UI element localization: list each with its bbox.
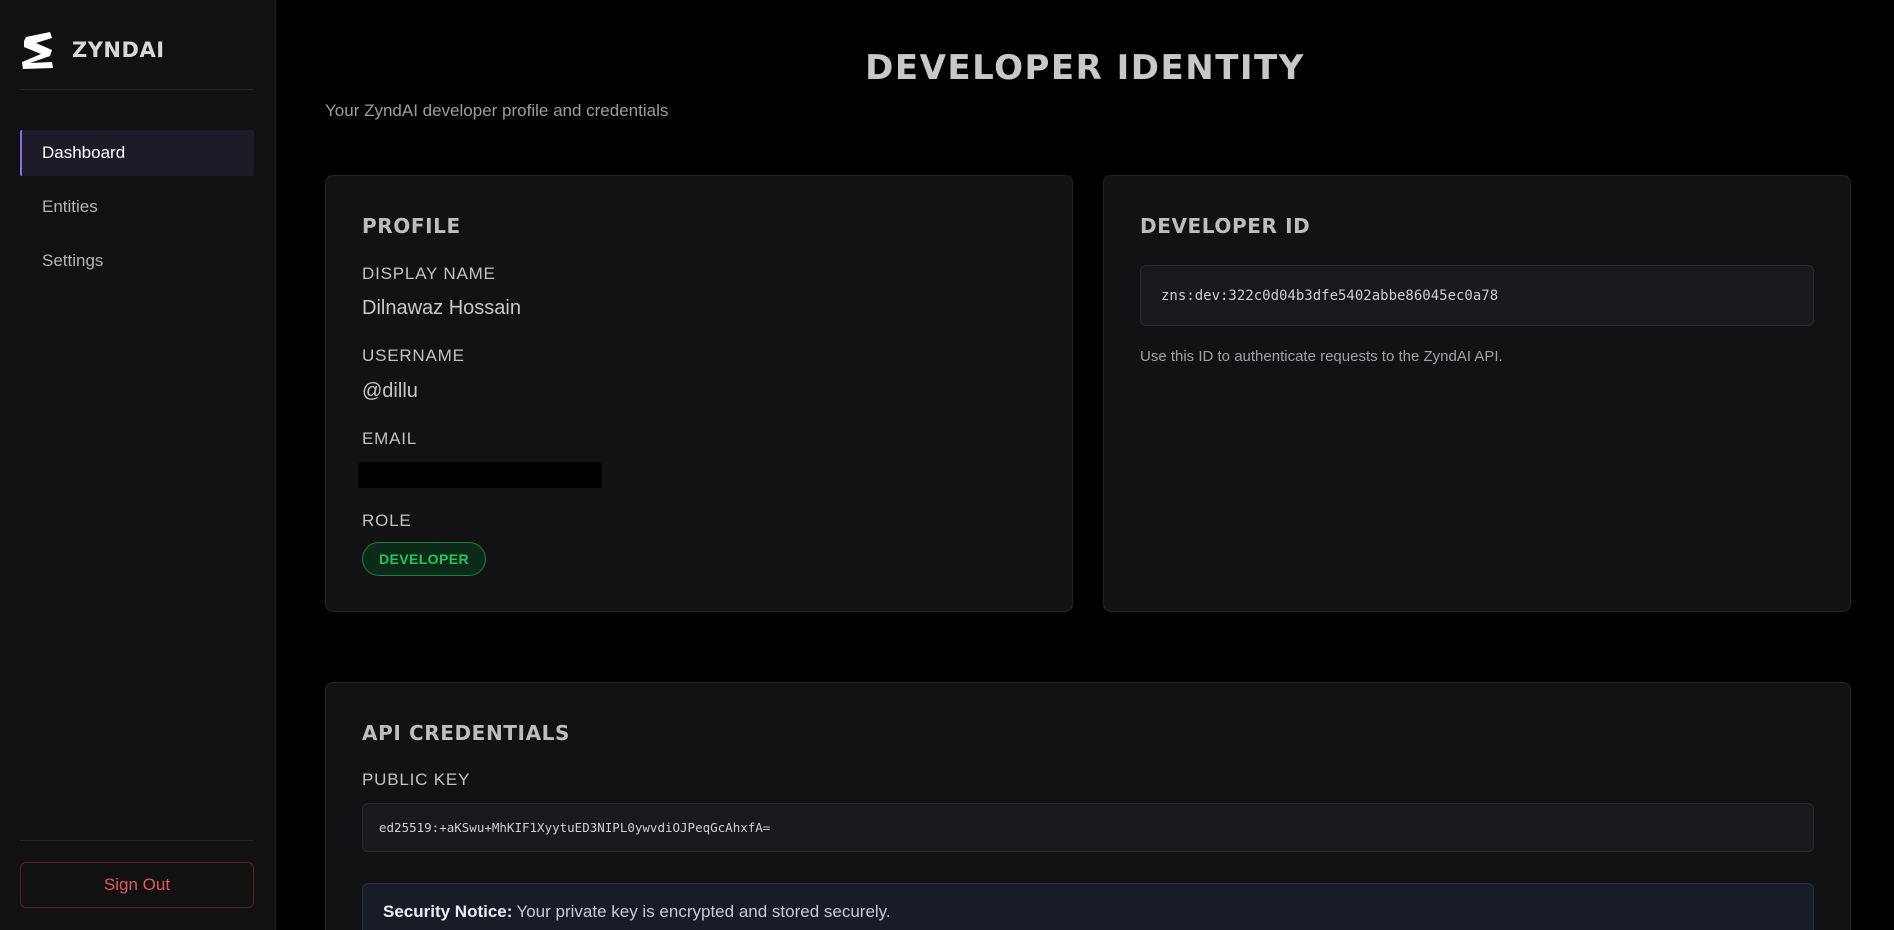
developer-id-helper: Use this ID to authenticate requests to … [1140,348,1503,365]
sidebar-item-label: Settings [42,251,104,270]
email-label: EMAIL [362,429,418,448]
public-key-field[interactable]: ed25519:+aKSwu+MhKIF1XyytuED3NIPL0ywvdiO… [362,803,1814,852]
page-subtitle: Your ZyndAI developer profile and creden… [325,101,669,120]
username-value: @dillu [362,380,418,402]
sidebar: ZYNDAI Dashboard Entities Settings Sign … [0,0,276,930]
sidebar-item-dashboard[interactable]: Dashboard [20,130,254,176]
email-redacted [358,462,602,488]
display-name-value: Dilnawaz Hossain [362,297,521,319]
display-name-label: DISPLAY NAME [362,264,496,283]
developer-id-field[interactable]: zns:dev:322c0d04b3dfe5402abbe86045ec0a78 [1140,265,1814,326]
sidebar-divider-bottom [20,840,253,841]
brand[interactable]: ZYNDAI [20,30,165,70]
sidebar-item-entities[interactable]: Entities [20,184,254,230]
profile-card-title: PROFILE [362,214,461,238]
public-key-value: ed25519:+aKSwu+MhKIF1XyytuED3NIPL0ywvdiO… [379,820,771,835]
developer-id-card-title: DEVELOPER ID [1140,214,1311,238]
sidebar-divider-top [20,89,253,90]
api-credentials-card: API CREDENTIALS PUBLIC KEY ed25519:+aKSw… [325,682,1851,930]
sidebar-item-label: Dashboard [42,143,126,162]
security-notice-title: Security Notice: [383,902,513,921]
username-label: USERNAME [362,346,465,365]
sidebar-item-settings[interactable]: Settings [20,238,254,284]
sidebar-item-label: Entities [42,197,98,216]
brand-name: ZYNDAI [72,38,165,62]
sidebar-nav: Dashboard Entities Settings [20,130,254,292]
security-notice: Security Notice: Your private key is enc… [362,883,1814,930]
developer-id-card: DEVELOPER ID zns:dev:322c0d04b3dfe5402ab… [1103,175,1851,612]
role-badge: DEVELOPER [362,542,486,576]
role-label: ROLE [362,511,412,530]
page-title: DEVELOPER IDENTITY [865,48,1305,88]
developer-id-value: zns:dev:322c0d04b3dfe5402abbe86045ec0a78 [1161,287,1499,304]
sign-out-button[interactable]: Sign Out [20,862,254,908]
public-key-label: PUBLIC KEY [362,770,471,789]
api-credentials-card-title: API CREDENTIALS [362,721,570,745]
app-root: ZYNDAI Dashboard Entities Settings Sign … [0,0,1894,930]
security-notice-text: Your private key is encrypted and stored… [516,902,891,921]
profile-card: PROFILE DISPLAY NAME Dilnawaz Hossain US… [325,175,1073,612]
zyndai-logo-icon [22,32,53,69]
